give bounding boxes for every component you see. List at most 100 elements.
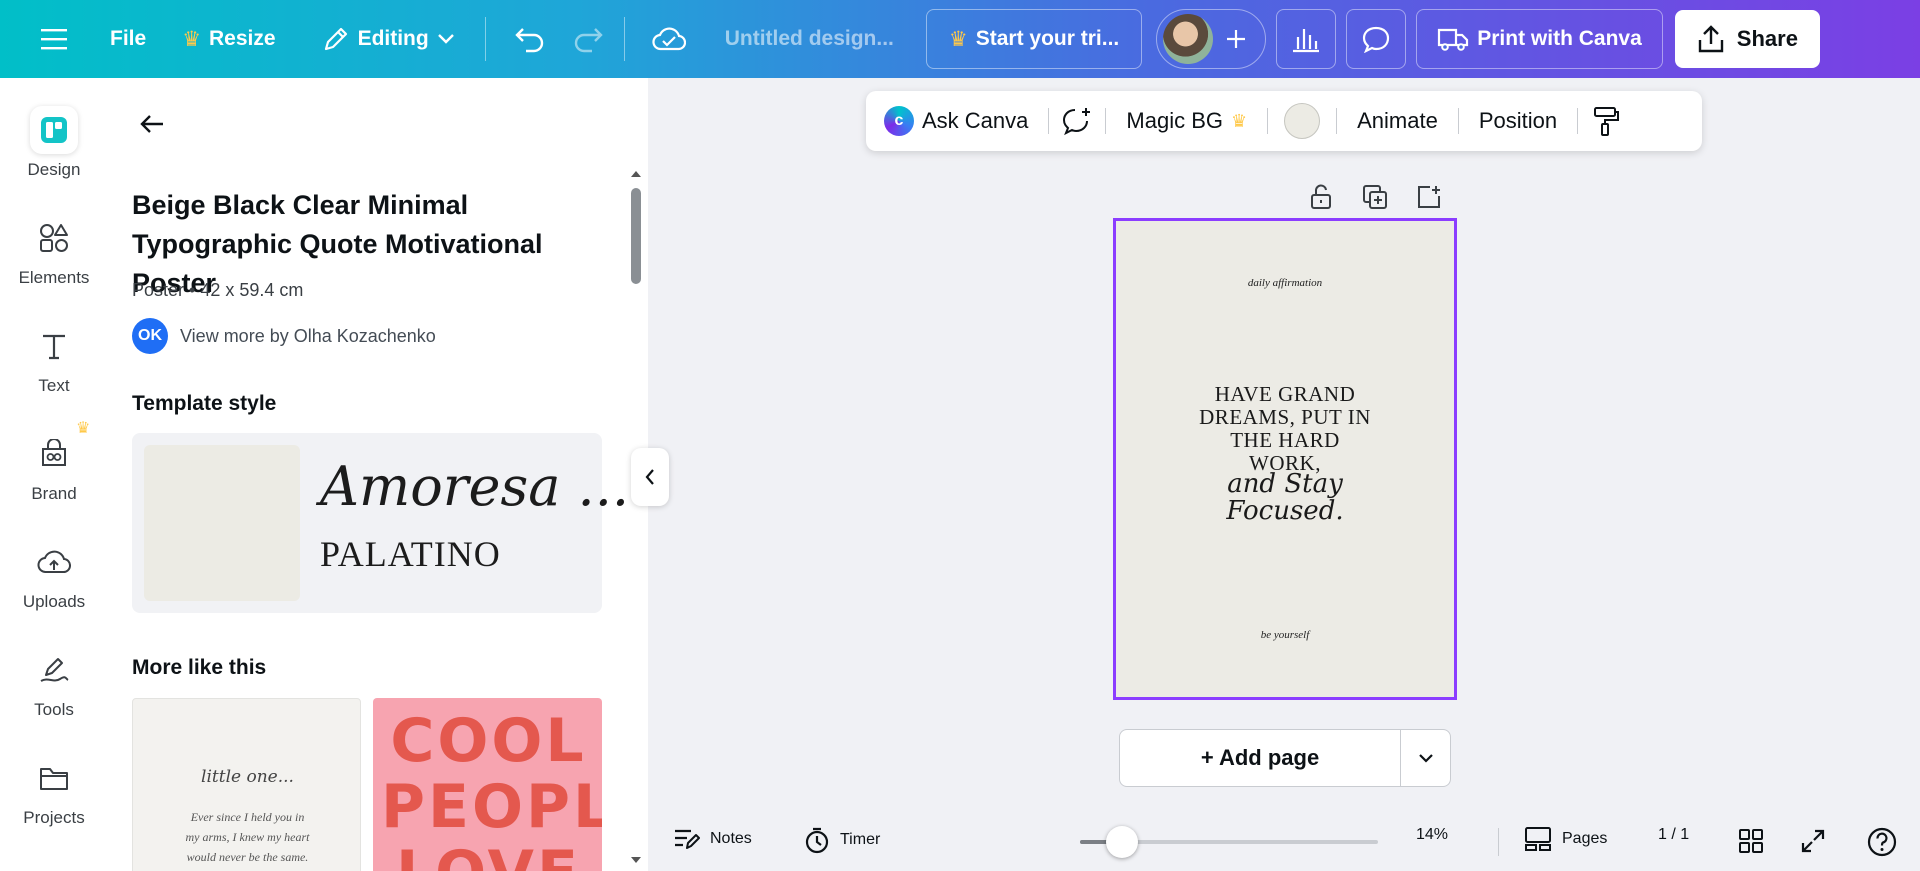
scrollbar-thumb[interactable] bbox=[631, 188, 641, 284]
canva-assistant-icon: c bbox=[884, 106, 914, 136]
main-menu-button[interactable] bbox=[28, 13, 80, 65]
arrow-left-icon bbox=[140, 115, 163, 133]
comments-button[interactable] bbox=[1346, 9, 1407, 69]
template-thumbnail[interactable]: COOL PEOPLE LOVE bbox=[373, 698, 602, 871]
truck-icon bbox=[1438, 28, 1469, 51]
divider bbox=[1498, 828, 1499, 856]
grid-icon bbox=[1739, 829, 1763, 853]
editing-mode-button[interactable]: Editing bbox=[310, 13, 467, 65]
cloud-save-status[interactable] bbox=[643, 13, 695, 65]
page-actions bbox=[1304, 180, 1446, 214]
pages-icon bbox=[1525, 827, 1551, 851]
cloud-upload-icon bbox=[30, 538, 78, 586]
rail-item-text[interactable]: Text bbox=[0, 322, 108, 396]
crown-icon: ♛ bbox=[948, 27, 968, 51]
invite-button[interactable] bbox=[1213, 16, 1259, 62]
comment-icon bbox=[1363, 26, 1390, 53]
add-page-icon-button[interactable] bbox=[1412, 180, 1446, 214]
brand-icon: ♛ bbox=[30, 420, 90, 478]
lock-page-button[interactable] bbox=[1304, 180, 1338, 214]
text-icon bbox=[30, 322, 78, 370]
crown-icon: ♛ bbox=[1230, 110, 1248, 131]
color-swatch[interactable] bbox=[144, 445, 300, 601]
resize-button[interactable]: ♛ Resize bbox=[170, 13, 287, 65]
bar-chart-icon bbox=[1293, 29, 1320, 53]
undo-button[interactable] bbox=[504, 13, 556, 65]
design-icon bbox=[30, 106, 78, 154]
hamburger-icon bbox=[41, 29, 67, 50]
collapse-panel-button[interactable] bbox=[631, 448, 669, 506]
template-details-panel: Beige Black Clear Minimal Typographic Qu… bbox=[108, 78, 648, 871]
template-thumbnail[interactable]: little one... Ever since I held you in m… bbox=[132, 698, 361, 871]
panel-scrollbar[interactable] bbox=[628, 166, 644, 871]
add-page-button[interactable]: + Add page bbox=[1120, 730, 1400, 786]
add-page-icon bbox=[1418, 186, 1440, 208]
duplicate-icon bbox=[1363, 185, 1387, 209]
font-preview-script: Amoresa ... bbox=[320, 455, 630, 518]
ask-canva-button[interactable]: c Ask Canva bbox=[880, 99, 1048, 143]
expand-icon bbox=[1801, 829, 1825, 853]
grid-view-button[interactable] bbox=[1738, 828, 1764, 854]
crown-icon: ♛ bbox=[76, 420, 91, 437]
insights-button[interactable] bbox=[1276, 9, 1337, 69]
paint-roller-icon bbox=[1594, 107, 1620, 136]
add-comment-button[interactable] bbox=[1049, 99, 1105, 143]
notes-button[interactable]: Notes bbox=[672, 826, 752, 852]
timer-button[interactable]: Timer bbox=[804, 826, 880, 854]
font-preview-serif: PALATINO bbox=[320, 534, 501, 574]
magic-bg-button[interactable]: Magic BG ♛ bbox=[1106, 99, 1267, 143]
rail-item-brand[interactable]: ♛ Brand bbox=[0, 420, 108, 504]
crown-icon: ♛ bbox=[182, 27, 202, 51]
share-button[interactable]: Share bbox=[1674, 10, 1820, 68]
unlock-icon bbox=[1311, 184, 1331, 209]
author-link[interactable]: OK View more by Olha Kozachenko bbox=[132, 318, 436, 354]
zoom-slider-handle[interactable] bbox=[1105, 826, 1138, 858]
upload-icon bbox=[1698, 25, 1723, 53]
position-button[interactable]: Position bbox=[1459, 99, 1577, 143]
template-style-heading: Template style bbox=[132, 392, 277, 415]
divider bbox=[623, 17, 625, 61]
cloud-check-icon bbox=[652, 27, 686, 51]
duplicate-page-button[interactable] bbox=[1358, 180, 1392, 214]
design-title[interactable]: Untitled design... bbox=[707, 27, 912, 51]
rail-item-uploads[interactable]: Uploads bbox=[0, 538, 108, 612]
poster-script-text[interactable]: and Stay Focused. bbox=[1116, 471, 1454, 525]
chevron-left-icon bbox=[645, 469, 654, 485]
fullscreen-button[interactable] bbox=[1800, 828, 1826, 854]
help-button[interactable] bbox=[1866, 826, 1898, 858]
scroll-up-icon bbox=[631, 171, 641, 177]
animate-button[interactable]: Animate bbox=[1337, 99, 1458, 143]
poster-headline[interactable]: HAVE GRAND DREAMS, PUT IN THE HARD WORK, bbox=[1116, 383, 1454, 475]
pages-button[interactable]: Pages bbox=[1524, 826, 1607, 852]
avatar[interactable] bbox=[1163, 14, 1214, 64]
redo-icon bbox=[574, 28, 603, 53]
back-button[interactable] bbox=[132, 104, 172, 144]
template-style-card[interactable]: Amoresa ... PALATINO bbox=[132, 433, 629, 613]
copy-style-button[interactable] bbox=[1578, 99, 1634, 143]
rail-item-design[interactable]: Design bbox=[0, 106, 108, 180]
help-icon bbox=[1867, 827, 1897, 857]
rail-item-projects[interactable]: Projects bbox=[0, 754, 108, 828]
notes-icon bbox=[675, 829, 700, 849]
poster-top-text[interactable]: daily affirmation bbox=[1116, 277, 1454, 289]
file-menu-button[interactable]: File bbox=[98, 13, 158, 65]
plus-icon bbox=[1227, 30, 1246, 48]
shapes-icon bbox=[30, 214, 78, 262]
design-page[interactable]: daily affirmation HAVE GRAND DREAMS, PUT… bbox=[1113, 218, 1457, 700]
background-color-button[interactable] bbox=[1268, 99, 1336, 143]
rail-item-elements[interactable]: Elements bbox=[0, 214, 108, 288]
print-with-canva-button[interactable]: Print with Canva bbox=[1416, 9, 1663, 69]
redo-button[interactable] bbox=[562, 13, 614, 65]
add-page-dropdown[interactable] bbox=[1400, 730, 1450, 786]
scroll-down-icon bbox=[631, 857, 641, 863]
zoom-slider[interactable] bbox=[1080, 826, 1378, 858]
zoom-level[interactable]: 14% bbox=[1416, 826, 1448, 844]
divider bbox=[484, 17, 486, 61]
pen-tool-icon bbox=[30, 646, 78, 694]
pencil-icon bbox=[324, 27, 347, 51]
poster-bottom-text[interactable]: be yourself bbox=[1116, 629, 1454, 641]
rail-item-tools[interactable]: Tools bbox=[0, 646, 108, 720]
comment-plus-icon bbox=[1063, 108, 1091, 136]
add-page-control: + Add page bbox=[1119, 729, 1451, 787]
start-trial-button[interactable]: ♛ Start your tri... bbox=[925, 9, 1143, 69]
